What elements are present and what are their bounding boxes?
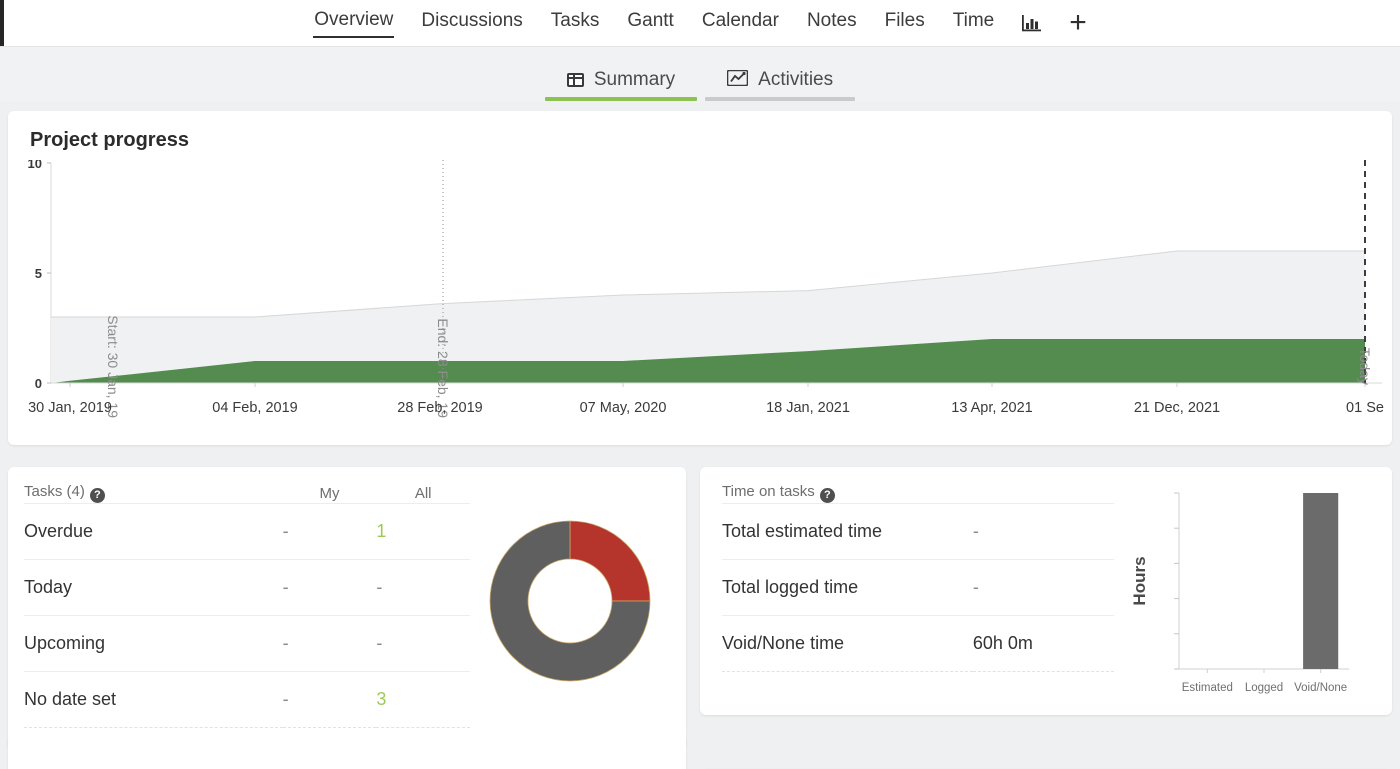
summary-cards-row: Tasks (4)? My All Overdue - 1 Today — [8, 467, 1392, 749]
svg-text:18 Jan, 2021: 18 Jan, 2021 — [766, 400, 850, 416]
svg-text:01 Se: 01 Se — [1346, 400, 1384, 416]
primary-nav: Overview Discussions Tasks Gantt Calenda… — [0, 0, 1400, 47]
secondary-tabs: Summary Activities — [0, 47, 1400, 101]
time-row-value: 60h 0m — [973, 616, 1114, 672]
main-content: Project progress 0510Start: 30 Jan, 19En… — [0, 111, 1400, 769]
nav-item-label: Files — [885, 10, 925, 31]
nav-item-label: Tasks — [551, 10, 600, 31]
svg-text:Estimated: Estimated — [1182, 682, 1233, 694]
time-row-value: - — [973, 560, 1114, 616]
line-chart-icon — [727, 70, 748, 91]
task-row-label: Today — [24, 560, 283, 616]
table-row[interactable]: Today - - — [24, 560, 470, 616]
svg-text:5: 5 — [35, 266, 42, 281]
tasks-donut-chart — [470, 483, 670, 749]
table-row[interactable]: Upcoming - - — [24, 616, 470, 672]
project-progress-card: Project progress 0510Start: 30 Jan, 19En… — [8, 111, 1392, 445]
task-row-my: - — [283, 672, 377, 728]
task-row-all: - — [376, 616, 470, 672]
task-row-all: - — [376, 560, 470, 616]
task-row-all[interactable]: 1 — [376, 504, 470, 560]
next-card-left — [8, 735, 686, 769]
svg-text:21 Dec, 2021: 21 Dec, 2021 — [1134, 400, 1220, 416]
svg-text:28 Feb, 2019: 28 Feb, 2019 — [397, 400, 482, 416]
svg-text:0: 0 — [35, 376, 42, 391]
svg-text:30 Jan, 2019: 30 Jan, 2019 — [28, 400, 112, 416]
svg-text:13 Apr, 2021: 13 Apr, 2021 — [951, 400, 1032, 416]
task-row-my: - — [283, 616, 377, 672]
svg-text:Logged: Logged — [1245, 682, 1283, 694]
tab-active-underline — [545, 97, 697, 101]
table-row[interactable]: Total logged time - — [722, 560, 1114, 616]
time-row-label: Total logged time — [722, 560, 973, 616]
hours-bar-chart: Estimated Logged Void/None Hours — [1114, 483, 1364, 715]
time-row-label: Void/None time — [722, 616, 973, 672]
nav-item-time[interactable]: Time — [952, 9, 996, 37]
nav-item-label: Overview — [314, 9, 393, 30]
svg-text:Hours: Hours — [1130, 556, 1149, 605]
bar-chart-icon[interactable] — [1021, 13, 1043, 33]
task-row-label: No date set — [24, 672, 283, 728]
nav-item-label: Gantt — [627, 10, 673, 31]
tasks-table: Tasks (4)? My All Overdue - 1 Today — [24, 483, 470, 728]
svg-text:10: 10 — [28, 160, 42, 171]
nav-item-label: Discussions — [421, 10, 522, 31]
nav-item-label: Calendar — [702, 10, 779, 31]
task-row-my: - — [283, 560, 377, 616]
help-icon[interactable]: ? — [90, 488, 105, 503]
nav-item-notes[interactable]: Notes — [806, 9, 858, 37]
svg-text:Void/None: Void/None — [1294, 682, 1347, 694]
tasks-col-all: All — [376, 483, 470, 504]
table-row[interactable]: Overdue - 1 — [24, 504, 470, 560]
tab-summary-label: Summary — [594, 69, 675, 91]
table-row[interactable]: Total estimated time - — [722, 504, 1114, 560]
tasks-table-title: Tasks (4)? — [24, 483, 283, 504]
tab-activities[interactable]: Activities — [701, 69, 859, 101]
task-row-label: Upcoming — [24, 616, 283, 672]
svg-text:07 May, 2020: 07 May, 2020 — [580, 400, 667, 416]
time-on-tasks-card: Time on tasks? Total estimated time - To… — [700, 467, 1392, 715]
table-row[interactable]: No date set - 3 — [24, 672, 470, 728]
time-table-title: Time on tasks? — [722, 483, 973, 504]
tasks-col-my: My — [283, 483, 377, 504]
add-tab-button[interactable]: + — [1069, 12, 1087, 35]
task-row-my: - — [283, 504, 377, 560]
nav-item-tasks[interactable]: Tasks — [550, 9, 601, 37]
nav-item-gantt[interactable]: Gantt — [626, 9, 674, 37]
nav-item-overview[interactable]: Overview — [313, 8, 394, 38]
nav-item-label: Notes — [807, 10, 857, 31]
task-row-label: Overdue — [24, 504, 283, 560]
nav-item-calendar[interactable]: Calendar — [701, 9, 780, 37]
tab-inactive-underline — [705, 97, 855, 101]
svg-text:Today: Today — [1357, 348, 1373, 385]
time-on-tasks-table: Time on tasks? Total estimated time - To… — [722, 483, 1114, 672]
nav-item-files[interactable]: Files — [884, 9, 926, 37]
time-row-value: - — [973, 504, 1114, 560]
tab-activities-label: Activities — [758, 69, 833, 91]
tab-summary[interactable]: Summary — [541, 69, 701, 101]
time-row-label: Total estimated time — [722, 504, 973, 560]
task-row-all[interactable]: 3 — [376, 672, 470, 728]
time-col-value — [973, 483, 1114, 504]
nav-item-discussions[interactable]: Discussions — [420, 9, 523, 37]
nav-item-label: Time — [953, 10, 995, 31]
table-row[interactable]: Void/None time 60h 0m — [722, 616, 1114, 672]
tasks-card: Tasks (4)? My All Overdue - 1 Today — [8, 467, 686, 749]
svg-text:04 Feb, 2019: 04 Feb, 2019 — [212, 400, 297, 416]
project-progress-chart: 0510Start: 30 Jan, 19End: 28 Feb, 19Toda… — [8, 160, 1392, 430]
table-icon — [567, 73, 584, 87]
help-icon[interactable]: ? — [820, 488, 835, 503]
page-title: Project progress — [30, 129, 1392, 152]
